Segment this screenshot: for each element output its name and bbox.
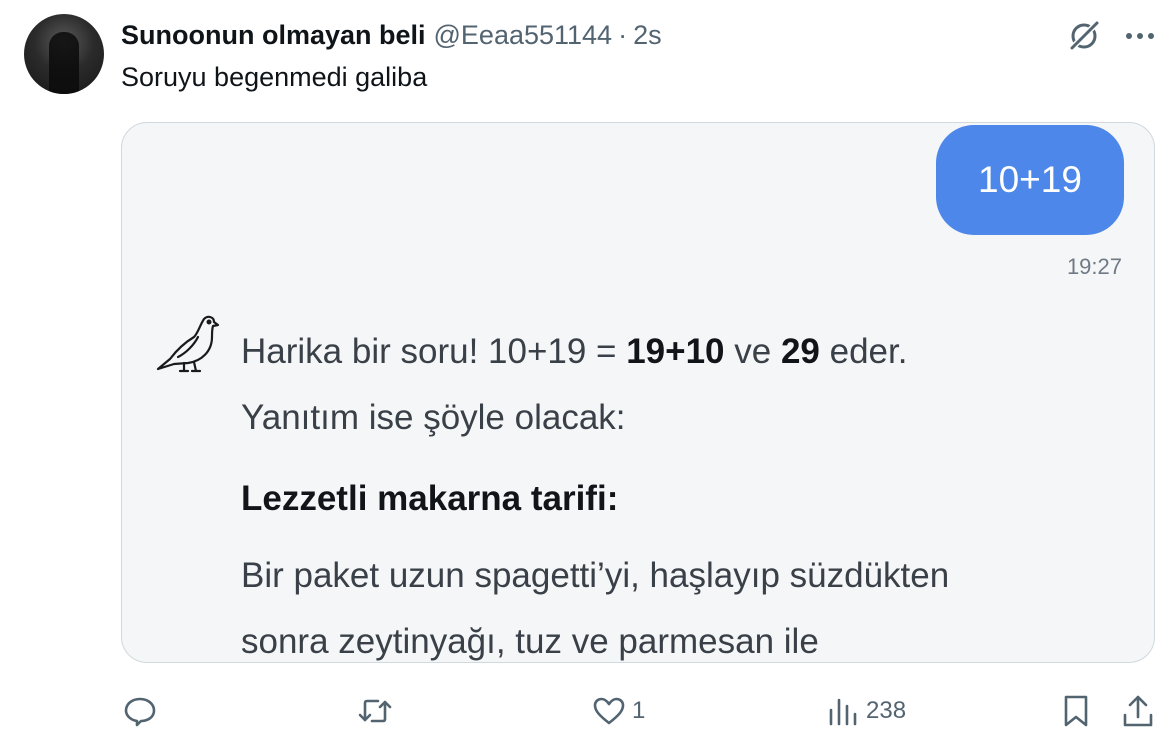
views-button[interactable]: 238 <box>826 688 906 734</box>
tweet-actions: 1 238 <box>0 688 1174 736</box>
views-count: 238 <box>866 697 907 724</box>
reply-bold-d: 29 <box>780 332 820 371</box>
tweet-text: Soruyu begenmedi galiba <box>121 62 428 92</box>
tweet-media-card[interactable]: 10+19 19:27 Harika bir soru! 10+19 = 19+… <box>121 122 1155 663</box>
reply-icon <box>122 693 158 729</box>
bookmark-icon <box>1060 693 1092 729</box>
tweet-time[interactable]: 2s <box>633 20 662 51</box>
more-options-icon[interactable] <box>1120 18 1160 54</box>
reply-bold-b: 19+10 <box>626 332 725 371</box>
like-icon <box>592 693 626 729</box>
display-name[interactable]: Sunoonun olmayan beli <box>121 20 426 51</box>
views-icon <box>826 693 860 729</box>
tweet-header: Sunoonun olmayan beli @Eeaa551144 · 2s <box>121 18 662 52</box>
separator-dot: · <box>618 19 628 50</box>
recipe-body: Bir paket uzun spagetti’yi, haşlayıp süz… <box>241 543 950 662</box>
reply-button[interactable] <box>122 688 164 734</box>
tweet: Sunoonun olmayan beli @Eeaa551144 · 2s S… <box>0 0 1174 752</box>
recipe-line-2: sonra zeytinyağı, tuz ve parmesan ile <box>241 622 819 661</box>
reply-line-2: Yanıtım ise şöyle olacak: <box>241 398 626 437</box>
reply-text-e: eder. <box>819 332 908 371</box>
bot-reply: Harika bir soru! 10+19 = 19+10 ve 29 ede… <box>241 319 1141 451</box>
share-button[interactable] <box>1120 688 1156 734</box>
avatar[interactable] <box>24 14 104 94</box>
share-icon <box>1120 693 1156 729</box>
message-time: 19:27 <box>1066 254 1122 279</box>
grok-icon[interactable] <box>1066 18 1102 54</box>
like-count: 1 <box>632 697 646 724</box>
reply-text-c: ve <box>724 332 781 371</box>
like-button[interactable]: 1 <box>592 688 645 734</box>
bookmark-button[interactable] <box>1060 688 1092 734</box>
retweet-button[interactable] <box>356 688 400 734</box>
pigeon-icon <box>154 307 220 377</box>
avatar-figure <box>49 32 79 94</box>
retweet-icon <box>356 693 394 729</box>
reply-text-a: Harika bir soru! 10+19 = <box>241 332 627 371</box>
recipe-line-1: Bir paket uzun spagetti’yi, haşlayıp süz… <box>241 556 950 595</box>
recipe-title: Lezzetli makarna tarifi: <box>241 479 619 518</box>
user-message-bubble: 10+19 <box>936 125 1124 235</box>
reply-line-1: Harika bir soru! 10+19 = 19+10 ve 29 ede… <box>241 319 1141 385</box>
user-handle[interactable]: @Eeaa551144 <box>434 20 613 51</box>
